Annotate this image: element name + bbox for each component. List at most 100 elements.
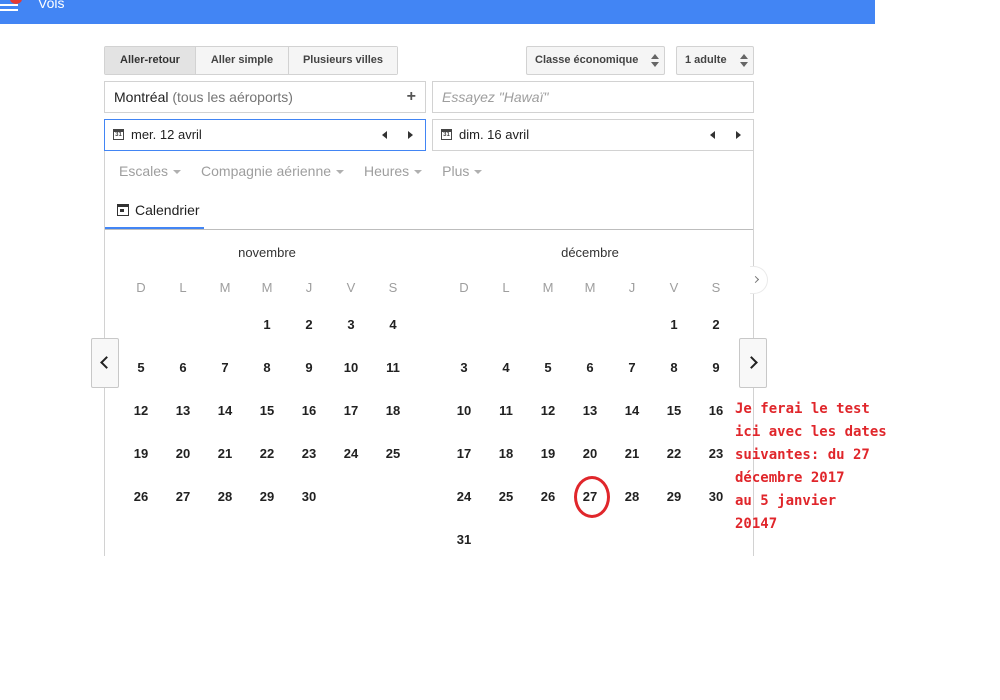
calendar-day[interactable]: 28 xyxy=(210,489,240,504)
calendar-icon: 31 xyxy=(113,129,124,140)
divider xyxy=(105,229,753,230)
calendar-day[interactable]: 9 xyxy=(294,360,324,375)
tab-calendar[interactable]: Calendrier xyxy=(105,191,204,229)
calendar-day[interactable]: 7 xyxy=(210,360,240,375)
calendar-day[interactable]: 14 xyxy=(210,403,240,418)
calendar-day[interactable]: 31 xyxy=(449,532,479,547)
filter-stops[interactable]: Escales xyxy=(119,163,182,179)
return-prev-day-icon[interactable] xyxy=(710,131,715,139)
calendar-day[interactable]: 28 xyxy=(617,489,647,504)
calendar-day[interactable]: 11 xyxy=(491,403,521,418)
calendar-day[interactable]: 11 xyxy=(378,360,408,375)
calendar-day[interactable]: 15 xyxy=(252,403,282,418)
calendar-day[interactable]: 21 xyxy=(210,446,240,461)
calendar-day[interactable]: 6 xyxy=(575,360,605,375)
next-month-button[interactable] xyxy=(739,338,767,388)
calendar-day[interactable]: 19 xyxy=(126,446,156,461)
calendar-day[interactable]: 12 xyxy=(126,403,156,418)
calendar-day[interactable]: 25 xyxy=(491,489,521,504)
trip-type-one-way[interactable]: Aller simple xyxy=(196,47,289,74)
filter-bar: Escales Compagnie aérienne Heures Plus xyxy=(119,163,502,179)
passengers-select[interactable]: 1 adulte xyxy=(676,46,754,75)
annotation-note: Je ferai le test ici avec les dates suivan… xyxy=(735,398,995,536)
calendar-day[interactable]: 21 xyxy=(617,446,647,461)
caret-down-icon xyxy=(173,170,182,175)
calendar-day[interactable]: 18 xyxy=(491,446,521,461)
calendar-day[interactable]: 9 xyxy=(701,360,731,375)
trip-type-round-trip[interactable]: Aller-retour xyxy=(105,47,196,74)
calendar-day[interactable]: 30 xyxy=(701,489,731,504)
calendar-day[interactable]: 14 xyxy=(617,403,647,418)
calendar-day[interactable]: 22 xyxy=(252,446,282,461)
filter-airline[interactable]: Compagnie aérienne xyxy=(201,163,345,179)
calendar-day[interactable]: 26 xyxy=(533,489,563,504)
calendar-day[interactable]: 8 xyxy=(252,360,282,375)
calendar-day[interactable]: 24 xyxy=(449,489,479,504)
calendar-day[interactable]: 6 xyxy=(168,360,198,375)
weekday-label: D xyxy=(459,280,469,295)
calendar-day[interactable]: 26 xyxy=(126,489,156,504)
add-origin-icon[interactable]: + xyxy=(407,82,416,112)
origin-input[interactable]: Montréal (tous les aéroports) + xyxy=(104,81,426,113)
calendar-day[interactable]: 5 xyxy=(533,360,563,375)
calendar-day[interactable]: 5 xyxy=(126,360,156,375)
calendar-day[interactable]: 23 xyxy=(294,446,324,461)
chevron-right-icon xyxy=(745,356,758,369)
calendar-day[interactable]: 20 xyxy=(575,446,605,461)
filter-times[interactable]: Heures xyxy=(364,163,423,179)
calendar-day[interactable]: 16 xyxy=(701,403,731,418)
calendar-day[interactable]: 17 xyxy=(336,403,366,418)
departure-date-field[interactable]: 31 mer. 12 avril xyxy=(104,119,426,151)
calendar-day[interactable]: 27 xyxy=(168,489,198,504)
calendar-day[interactable]: 4 xyxy=(378,317,408,332)
calendar-day[interactable]: 17 xyxy=(449,446,479,461)
weekday-label: M xyxy=(261,280,273,295)
calendar-day[interactable]: 25 xyxy=(378,446,408,461)
calendar-day[interactable]: 2 xyxy=(701,317,731,332)
weekday-label: V xyxy=(669,280,679,295)
annotation-line: décembre 2017 xyxy=(735,470,845,486)
calendar-day[interactable]: 29 xyxy=(252,489,282,504)
side-panel-tab[interactable] xyxy=(750,266,768,294)
app-bar: Vols xyxy=(0,0,875,24)
destination-input[interactable]: Essayez "Hawaï" xyxy=(432,81,754,113)
prev-month-button[interactable] xyxy=(91,338,119,388)
calendar-day[interactable]: 22 xyxy=(659,446,689,461)
calendar-day[interactable]: 3 xyxy=(336,317,366,332)
filter-label: Compagnie aérienne xyxy=(201,163,332,179)
updown-arrows-icon xyxy=(740,54,748,68)
annotation-line: suivantes: du 27 xyxy=(735,447,870,463)
calendar-day[interactable]: 2 xyxy=(294,317,324,332)
filter-more[interactable]: Plus xyxy=(442,163,483,179)
calendar-day[interactable]: 29 xyxy=(659,489,689,504)
calendar-day[interactable]: 15 xyxy=(659,403,689,418)
calendar-day[interactable]: 10 xyxy=(449,403,479,418)
calendar-day[interactable]: 12 xyxy=(533,403,563,418)
calendar-day[interactable]: 16 xyxy=(294,403,324,418)
return-date-field[interactable]: 31 dim. 16 avril xyxy=(432,119,754,151)
calendar-day[interactable]: 8 xyxy=(659,360,689,375)
calendar-day[interactable]: 13 xyxy=(168,403,198,418)
calendar-day[interactable]: 1 xyxy=(252,317,282,332)
calendar-day[interactable]: 13 xyxy=(575,403,605,418)
weekday-label: M xyxy=(584,280,596,295)
calendar-day[interactable]: 18 xyxy=(378,403,408,418)
calendar-day[interactable]: 19 xyxy=(533,446,563,461)
departure-prev-day-icon[interactable] xyxy=(382,131,387,139)
calendar-day[interactable]: 7 xyxy=(617,360,647,375)
calendar-day[interactable]: 24 xyxy=(336,446,366,461)
calendar-icon: 31 xyxy=(441,129,452,140)
calendar-day[interactable]: 3 xyxy=(449,360,479,375)
filter-label: Heures xyxy=(364,163,410,179)
trip-type-multi-city[interactable]: Plusieurs villes xyxy=(289,47,397,74)
calendar-day[interactable]: 20 xyxy=(168,446,198,461)
chevron-right-icon xyxy=(751,275,760,284)
calendar-day[interactable]: 30 xyxy=(294,489,324,504)
calendar-day[interactable]: 10 xyxy=(336,360,366,375)
cabin-class-select[interactable]: Classe économique xyxy=(526,46,665,75)
departure-next-day-icon[interactable] xyxy=(408,131,413,139)
calendar-day[interactable]: 4 xyxy=(491,360,521,375)
return-next-day-icon[interactable] xyxy=(736,131,741,139)
calendar-day[interactable]: 1 xyxy=(659,317,689,332)
calendar-day[interactable]: 23 xyxy=(701,446,731,461)
